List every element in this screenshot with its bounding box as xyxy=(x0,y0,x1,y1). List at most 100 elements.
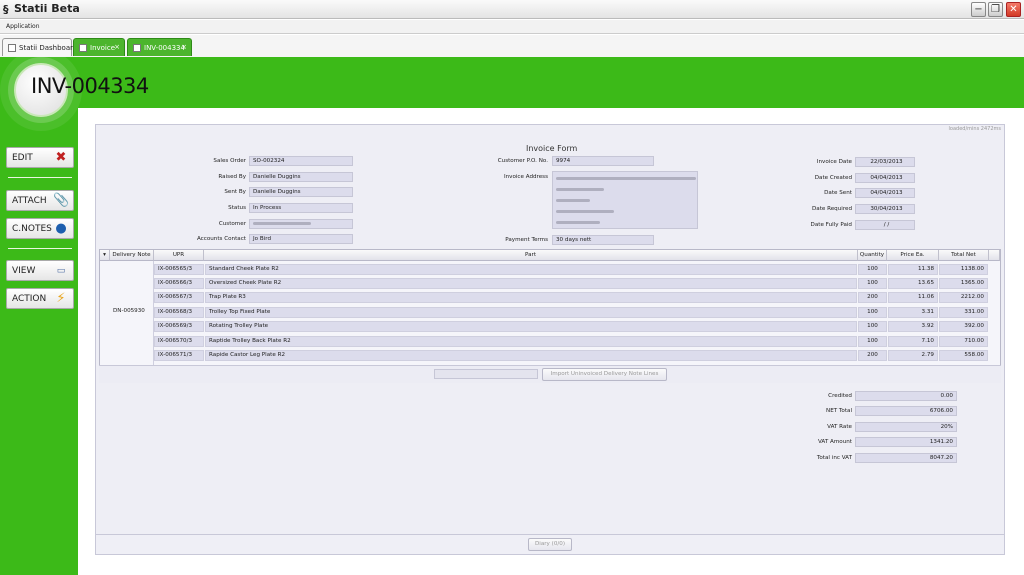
total-cell: 1138.00 xyxy=(939,264,988,275)
delivery-note-cell xyxy=(110,264,154,275)
date-created-label: Date Created xyxy=(814,175,852,181)
upr-cell: IX-006570/3 xyxy=(154,336,204,347)
quantity-cell: 200 xyxy=(858,292,887,303)
vat-rate-label: VAT Rate xyxy=(827,424,852,430)
lightning-icon: ⚡ xyxy=(56,291,66,306)
sent-by-label: Sent By xyxy=(224,189,246,195)
col-quantity[interactable]: Quantity xyxy=(858,250,887,261)
redacted-text xyxy=(556,210,614,213)
edit-button[interactable]: EDIT ✖ xyxy=(6,147,74,168)
quantity-cell: 200 xyxy=(858,350,887,361)
price-cell: 11.06 xyxy=(888,292,938,303)
net-total-label: NET Total xyxy=(826,408,852,414)
date-sent-field[interactable]: 04/04/2013 xyxy=(855,188,915,198)
paperclip-icon: 📎 xyxy=(53,193,70,208)
delivery-note-cell xyxy=(110,321,154,332)
total-inc-vat-label: Total inc VAT xyxy=(816,455,852,461)
customer-po-field[interactable]: 9974 xyxy=(552,156,654,166)
tab-close-icon[interactable]: × xyxy=(114,43,120,51)
total-inc-vat-field[interactable]: 8047.20 xyxy=(855,453,957,463)
sent-by-field[interactable]: Danielle Duggins xyxy=(249,187,353,197)
title-bar: § Statii Beta − ❐ ✕ xyxy=(0,0,1024,19)
minimize-button[interactable]: − xyxy=(971,2,986,17)
tab-bar: Statii Dashboard Invoice × INV-004334 × xyxy=(0,35,1024,57)
sales-order-field[interactable]: SO-002324 xyxy=(249,156,353,166)
attach-button[interactable]: ATTACH 📎 xyxy=(6,190,74,211)
col-total[interactable]: Total Net xyxy=(939,250,989,261)
table-row[interactable]: IX-006569/3 Rotating Trolley Plate 100 3… xyxy=(100,319,1000,333)
tab-dashboard[interactable]: Statii Dashboard xyxy=(2,38,77,56)
vat-amount-field[interactable]: 1341.20 xyxy=(855,437,957,447)
total-cell: 710.00 xyxy=(939,336,988,347)
quantity-cell: 100 xyxy=(858,336,887,347)
price-cell: 7.10 xyxy=(888,336,938,347)
raised-by-field[interactable]: Danielle Duggins xyxy=(249,172,353,182)
table-row[interactable]: IX-006567/3 Trap Plate R3 200 11.06 2212… xyxy=(100,290,1000,304)
invoice-date-field[interactable]: 22/03/2013 xyxy=(855,157,915,167)
close-button[interactable]: ✕ xyxy=(1006,2,1021,17)
delivery-note-cell: DN-005930 xyxy=(113,308,145,314)
part-cell: Standard Cheek Plate R2 xyxy=(205,264,857,275)
accounts-contact-field[interactable]: Jo Bird xyxy=(249,234,353,244)
tab-invoice[interactable]: Invoice × xyxy=(73,38,125,56)
invoice-date-label: Invoice Date xyxy=(816,159,852,165)
delivery-note-select[interactable] xyxy=(434,369,538,379)
vat-rate-field[interactable]: 20% xyxy=(855,422,957,432)
upr-cell: IX-006571/3 xyxy=(154,350,204,361)
date-required-field[interactable]: 30/04/2013 xyxy=(855,204,915,214)
header-band xyxy=(0,57,1024,108)
app-icon: § xyxy=(3,3,9,16)
part-cell: Trap Plate R3 xyxy=(205,292,857,303)
redacted-text xyxy=(253,222,311,225)
import-lines-button[interactable]: Import Uninvoiced Delivery Note Lines xyxy=(542,368,667,381)
column-menu-icon[interactable]: ▾ xyxy=(100,250,110,261)
tab-close-icon[interactable]: × xyxy=(181,43,187,51)
date-fully-paid-field[interactable]: / / xyxy=(855,220,915,230)
upr-cell: IX-006569/3 xyxy=(154,321,204,332)
table-row[interactable]: IX-006566/3 Oversized Cheek Plate R2 100… xyxy=(100,276,1000,290)
invoice-doc-icon xyxy=(133,44,141,52)
quantity-cell: 100 xyxy=(858,307,887,318)
price-cell: 3.31 xyxy=(888,307,938,318)
status-label: Status xyxy=(228,205,246,211)
quantity-cell: 100 xyxy=(858,278,887,289)
cnotes-button[interactable]: C.NOTES ● xyxy=(6,218,74,239)
diary-button[interactable]: Diary (0/0) xyxy=(528,538,572,551)
invoice-lines-grid: ▾ Delivery Note UPR Part Quantity Price … xyxy=(99,249,1001,383)
customer-field[interactable] xyxy=(249,219,353,229)
credited-field[interactable]: 0.00 xyxy=(855,391,957,401)
menu-application[interactable]: Application xyxy=(6,23,40,30)
payment-terms-field[interactable]: 30 days nett xyxy=(552,235,654,245)
payment-terms-label: Payment Terms xyxy=(505,237,548,243)
part-cell: Rapide Castor Leg Plate R2 xyxy=(205,350,857,361)
table-row[interactable]: IX-006571/3 Rapide Castor Leg Plate R2 2… xyxy=(100,348,1000,362)
maximize-button[interactable]: ❐ xyxy=(988,2,1003,17)
date-required-label: Date Required xyxy=(811,206,852,212)
load-time: loaded/mins 2472ms xyxy=(948,126,1001,132)
import-row: Import Uninvoiced Delivery Note Lines xyxy=(99,365,1001,383)
upr-cell: IX-006565/3 xyxy=(154,264,204,275)
part-cell: Raptide Trolley Back Plate R2 xyxy=(205,336,857,347)
view-button[interactable]: VIEW ▭ xyxy=(6,260,74,281)
net-total-field[interactable]: 6706.00 xyxy=(855,406,957,416)
total-cell: 558.00 xyxy=(939,350,988,361)
table-row[interactable]: DN-005930 IX-006568/3 Trolley Top Fixed … xyxy=(100,305,1000,319)
col-part[interactable]: Part xyxy=(204,250,858,261)
page-title: INV-004334 xyxy=(31,74,149,98)
col-upr[interactable]: UPR xyxy=(154,250,204,261)
status-field[interactable]: In Process xyxy=(249,203,353,213)
action-button[interactable]: ACTION ⚡ xyxy=(6,288,74,309)
price-cell: 3.92 xyxy=(888,321,938,332)
col-delivery-note[interactable]: Delivery Note xyxy=(110,250,154,261)
customer-label: Customer xyxy=(218,221,246,227)
tab-inv-004334[interactable]: INV-004334 × xyxy=(127,38,192,56)
date-sent-label: Date Sent xyxy=(824,190,852,196)
form-title: Invoice Form xyxy=(526,144,578,153)
date-created-field[interactable]: 04/04/2013 xyxy=(855,173,915,183)
table-row[interactable]: IX-006565/3 Standard Cheek Plate R2 100 … xyxy=(100,262,1000,276)
table-row[interactable]: IX-006570/3 Raptide Trolley Back Plate R… xyxy=(100,334,1000,348)
invoice-address-field[interactable] xyxy=(552,171,698,229)
upr-cell: IX-006567/3 xyxy=(154,292,204,303)
col-price[interactable]: Price Ea. xyxy=(887,250,939,261)
date-fully-paid-label: Date Fully Paid xyxy=(810,222,852,228)
